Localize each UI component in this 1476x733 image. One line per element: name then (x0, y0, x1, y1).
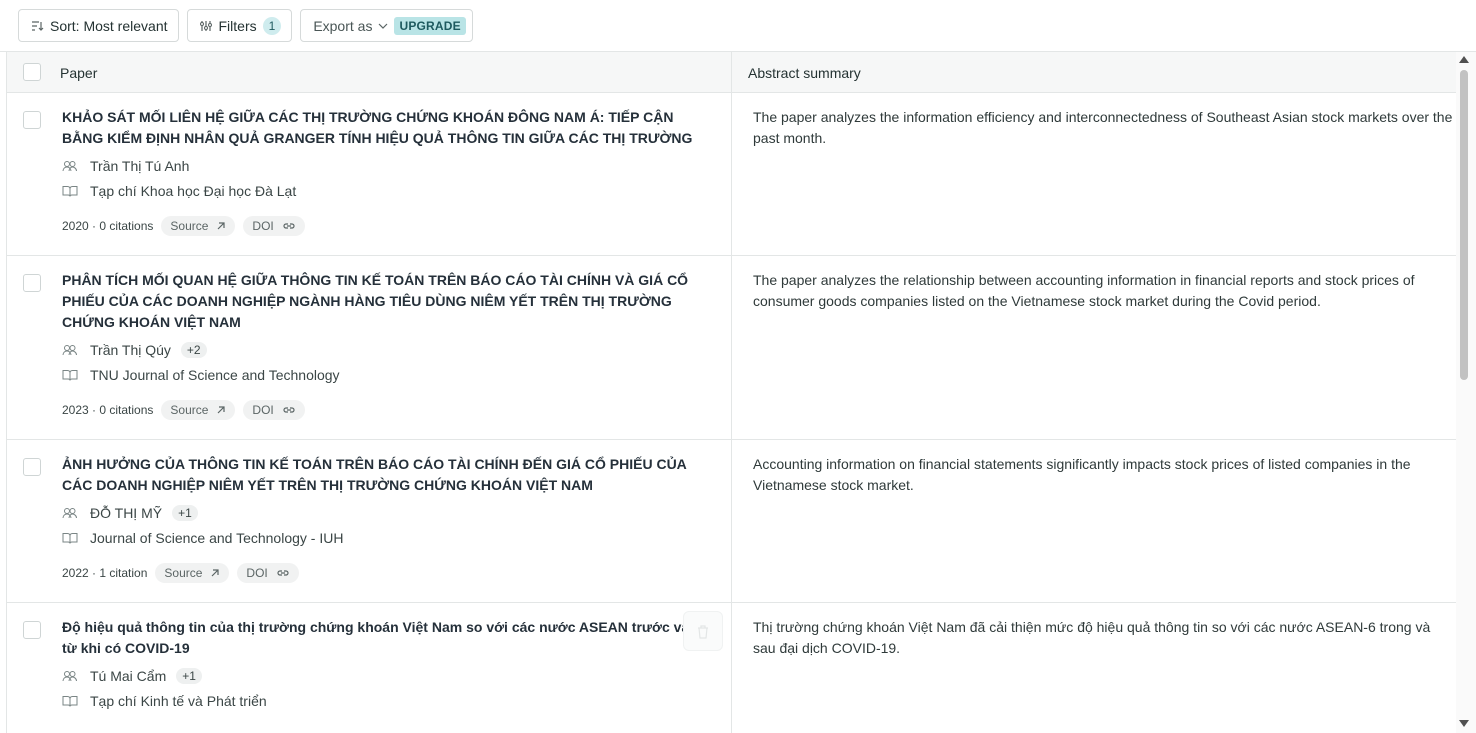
filters-button[interactable]: Filters 1 (186, 9, 293, 42)
row-checkbox[interactable] (23, 111, 41, 129)
doi-link[interactable]: DOI (237, 563, 299, 583)
results-table: Paper Abstract summary KHẢO SÁT MỐI LIÊN… (6, 52, 1456, 733)
authors-line: Trần Thị Qúy +2 (62, 342, 207, 358)
export-label: Export as (313, 17, 373, 34)
paper-title[interactable]: KHẢO SÁT MỐI LIÊN HỆ GIỮA CÁC THỊ TRƯỜNG… (62, 107, 707, 149)
column-header-paper[interactable]: Paper (60, 65, 97, 81)
source-label: Source (164, 566, 203, 580)
abstract-summary: The paper analyzes the information effic… (753, 109, 1453, 146)
doi-label: DOI (252, 403, 274, 417)
trash-icon (698, 624, 708, 639)
paper-title[interactable]: PHÂN TÍCH MỐI QUAN HỆ GIỮA THÔNG TIN KẾ … (62, 270, 707, 333)
external-link-icon (217, 222, 226, 230)
year-citations: 2023 · 0 citations (62, 403, 154, 417)
book-icon (62, 533, 78, 544)
paper-title[interactable]: Độ hiệu quả thông tin của thị trường chứ… (62, 617, 702, 659)
authors-line: Tú Mai Cẩm +1 (62, 668, 202, 684)
journal-line: Tạp chí Khoa học Đại học Đà Lạt (62, 183, 296, 199)
sort-icon (32, 20, 44, 31)
book-icon (62, 696, 78, 707)
users-icon (62, 671, 77, 682)
source-label: Source (170, 219, 209, 233)
link-icon (283, 223, 295, 229)
doi-link[interactable]: DOI (243, 216, 305, 236)
upgrade-badge[interactable]: UPGRADE (394, 16, 466, 35)
abstract-summary: The paper analyzes the relationship betw… (753, 272, 1415, 309)
vertical-scrollbar[interactable] (1456, 52, 1476, 733)
sliders-icon (199, 20, 212, 31)
doi-label: DOI (252, 219, 274, 233)
link-icon (277, 570, 289, 576)
paper-footer: 2022 · 1 citation Source DOI (62, 563, 299, 583)
journal-name: Journal of Science and Technology - IUH (90, 530, 344, 546)
row-checkbox[interactable] (23, 621, 41, 639)
more-authors-badge[interactable]: +1 (176, 668, 202, 684)
doi-label: DOI (246, 566, 268, 580)
abstract-summary: Accounting information on financial stat… (753, 456, 1411, 493)
external-link-icon (211, 569, 220, 577)
sort-button[interactable]: Sort: Most relevant (18, 9, 179, 42)
source-link[interactable]: Source (161, 216, 236, 236)
more-authors-badge[interactable]: +2 (180, 342, 207, 358)
source-label: Source (170, 403, 209, 417)
journal-name: Tạp chí Kinh tế và Phát triển (90, 693, 267, 709)
doi-link[interactable]: DOI (243, 400, 305, 420)
year-citations: 2022 · 1 citation (62, 566, 148, 580)
export-dropdown[interactable]: Export as UPGRADE (300, 9, 473, 42)
paper-footer: 2023 · 0 citations Source DOI (62, 400, 305, 420)
column-divider (731, 52, 732, 733)
journal-name: TNU Journal of Science and Technology (90, 367, 340, 383)
filters-count-badge: 1 (262, 16, 282, 35)
scroll-down-arrow-icon[interactable] (1459, 720, 1469, 727)
more-authors-badge[interactable]: +1 (172, 505, 198, 521)
external-link-icon (217, 406, 226, 414)
scrollbar-thumb[interactable] (1460, 70, 1468, 380)
users-icon (62, 345, 77, 356)
book-icon (62, 370, 78, 381)
book-icon (62, 186, 78, 197)
author-name[interactable]: Trần Thị Qúy (90, 342, 171, 358)
author-name[interactable]: Tú Mai Cẩm (90, 668, 166, 684)
journal-line: Tạp chí Kinh tế và Phát triển (62, 693, 267, 709)
users-icon (62, 161, 77, 172)
abstract-summary: Thị trường chứng khoán Việt Nam đã cải t… (753, 619, 1431, 656)
link-icon (283, 407, 295, 413)
paper-title[interactable]: ẢNH HƯỞNG CỦA THÔNG TIN KẾ TOÁN TRÊN BÁO… (62, 454, 707, 496)
author-name[interactable]: ĐỖ THỊ MỸ (90, 505, 162, 521)
journal-line: TNU Journal of Science and Technology (62, 367, 340, 383)
delete-button[interactable] (683, 611, 723, 651)
journal-name: Tạp chí Khoa học Đại học Đà Lạt (90, 183, 297, 199)
authors-line: Trần Thị Tú Anh (62, 158, 189, 174)
scroll-up-arrow-icon[interactable] (1459, 56, 1469, 63)
year-citations: 2020 · 0 citations (62, 219, 154, 233)
source-link[interactable]: Source (155, 563, 230, 583)
row-checkbox[interactable] (23, 458, 41, 476)
source-link[interactable]: Source (161, 400, 236, 420)
row-checkbox[interactable] (23, 274, 41, 292)
column-header-abstract[interactable]: Abstract summary (748, 65, 861, 81)
authors-line: ĐỖ THỊ MỸ +1 (62, 505, 198, 521)
journal-line: Journal of Science and Technology - IUH (62, 530, 343, 546)
chevron-down-icon (379, 23, 388, 29)
author-name[interactable]: Trần Thị Tú Anh (90, 158, 189, 174)
select-all-checkbox[interactable] (23, 63, 41, 81)
sort-label: Sort: Most relevant (50, 17, 168, 34)
users-icon (62, 508, 77, 519)
toolbar: Sort: Most relevant Filters 1 Export as … (0, 0, 1476, 52)
filters-label: Filters (218, 17, 257, 34)
paper-footer: 2020 · 0 citations Source DOI (62, 216, 305, 236)
